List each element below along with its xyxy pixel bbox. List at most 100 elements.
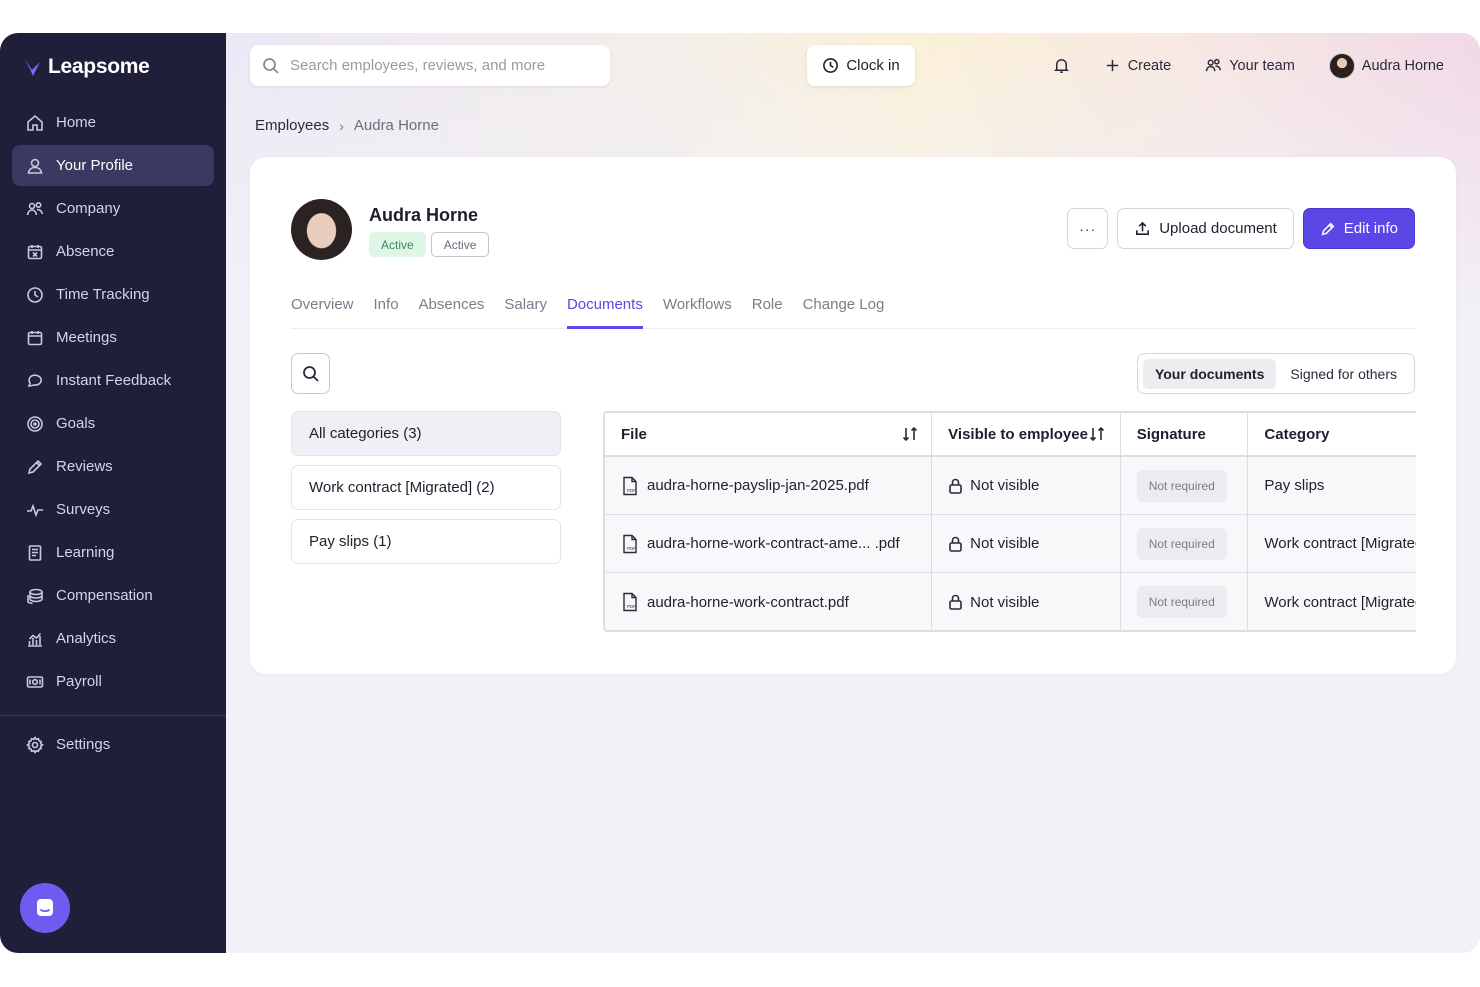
tab-salary[interactable]: Salary [504, 293, 547, 329]
sidebar-item-surveys[interactable]: Surveys [12, 489, 214, 530]
sidebar-item-compensation[interactable]: Compensation [12, 575, 214, 616]
sidebar-item-instant-feedback[interactable]: Instant Feedback [12, 360, 214, 401]
users-icon [1205, 58, 1222, 72]
sidebar-item-label: Company [56, 200, 121, 217]
target-icon [27, 415, 43, 432]
global-search [250, 45, 610, 86]
column-header-visible[interactable]: Visible to employee [932, 413, 1121, 455]
notifications-button[interactable] [1053, 57, 1070, 74]
sidebar-divider [0, 715, 226, 716]
pdf-file-icon: PDF [623, 592, 637, 612]
sidebar-item-payroll[interactable]: Payroll [12, 661, 214, 702]
category-cell: Work contract [Migrated] [1248, 573, 1416, 630]
home-icon [27, 114, 43, 131]
user-menu[interactable]: Audra Horne [1328, 52, 1444, 79]
upload-document-label: Upload document [1159, 220, 1277, 237]
sidebar-settings-section: Settings [12, 724, 214, 767]
pencil-icon [27, 459, 43, 474]
lock-icon [949, 594, 962, 610]
sidebar-item-label: Meetings [56, 329, 117, 346]
top-actions: Create Your team Audra Horne [1053, 45, 1444, 86]
file-cell[interactable]: PDF audra-horne-work-contract.pdf [605, 573, 933, 630]
clock-icon [27, 286, 43, 303]
more-options-button[interactable]: ··· [1067, 208, 1109, 249]
column-header-file[interactable]: File [605, 413, 933, 455]
pdf-file-icon: PDF [623, 534, 637, 553]
sidebar-item-label: Instant Feedback [56, 372, 172, 389]
tab-overview[interactable]: Overview [291, 293, 354, 329]
sidebar-item-analytics[interactable]: Analytics [12, 618, 214, 659]
category-text: Work contract [Migrated] [1264, 535, 1416, 552]
search-input[interactable] [290, 57, 590, 74]
sidebar-nav: Home Your Profile Company Absence Time T… [12, 102, 214, 704]
sort-icon[interactable] [901, 425, 919, 443]
sidebar-item-reviews[interactable]: Reviews [12, 446, 214, 487]
tab-change-log[interactable]: Change Log [803, 293, 885, 329]
profile-tabs: Overview Info Absences Salary Documents … [291, 293, 1415, 329]
documents-search-button[interactable] [291, 353, 330, 394]
your-team-button[interactable]: Your team [1205, 57, 1295, 74]
signature-cell: Not required [1121, 515, 1249, 572]
tab-role[interactable]: Role [752, 293, 783, 329]
category-text: Work contract [Migrated] [1264, 593, 1416, 611]
signed-for-others-toggle[interactable]: Signed for others [1278, 359, 1409, 389]
sort-icon[interactable] [1088, 425, 1106, 443]
edit-info-button[interactable]: Edit info [1302, 208, 1415, 249]
table-row[interactable]: PDF audra-horne-payslip-jan-2025.pdf Not… [605, 457, 1416, 515]
tab-info[interactable]: Info [374, 293, 399, 329]
profile-avatar [291, 199, 352, 260]
sidebar-item-learning[interactable]: Learning [12, 532, 214, 573]
brand-logo[interactable]: Leapsome [22, 55, 150, 79]
tab-workflows[interactable]: Workflows [663, 293, 732, 329]
sidebar-item-company[interactable]: Company [12, 188, 214, 229]
file-cell[interactable]: PDF audra-horne-work-contract-ame... .pd… [605, 515, 933, 572]
your-team-label: Your team [1229, 57, 1295, 74]
app-window: Leapsome Home Your Profile Company Absen… [0, 33, 1480, 953]
sidebar-item-goals[interactable]: Goals [12, 403, 214, 444]
sidebar-item-absence[interactable]: Absence [12, 231, 214, 272]
category-all[interactable]: All categories (3) [291, 411, 561, 456]
tab-documents[interactable]: Documents [566, 293, 643, 329]
table-row[interactable]: PDF audra-horne-work-contract.pdf Not vi… [605, 573, 1416, 630]
breadcrumb: Employees › Audra Horne [255, 117, 439, 134]
column-header-label: Category [1264, 425, 1330, 443]
table-row[interactable]: PDF audra-horne-work-contract-ame... .pd… [605, 515, 1416, 573]
breadcrumb-employees[interactable]: Employees [255, 117, 329, 134]
cash-icon [26, 675, 44, 688]
users-icon [26, 201, 44, 215]
profile-card: Audra Horne Active Active ··· Upload doc… [250, 157, 1456, 674]
svg-text:PDF: PDF [627, 546, 636, 551]
file-cell[interactable]: PDF audra-horne-payslip-jan-2025.pdf [605, 457, 933, 514]
category-cell: Work contract [Migrated] [1248, 515, 1416, 572]
edit-info-label: Edit info [1343, 220, 1398, 237]
tab-absences[interactable]: Absences [419, 293, 485, 329]
sidebar-item-time-tracking[interactable]: Time Tracking [12, 274, 214, 315]
category-pay-slips[interactable]: Pay slips (1) [291, 519, 561, 564]
breadcrumb-current: Audra Horne [353, 117, 439, 134]
file-name: audra-horne-payslip-jan-2025.pdf [647, 477, 869, 494]
signature-badge: Not required [1136, 469, 1227, 502]
sidebar-item-meetings[interactable]: Meetings [12, 317, 214, 358]
column-header-label: Signature [1136, 425, 1206, 443]
clock-in-button[interactable]: Clock in [807, 45, 915, 86]
visibility-text: Not visible [970, 477, 1040, 494]
leapsome-logo-icon [24, 58, 40, 76]
sidebar-item-label: Analytics [56, 630, 117, 647]
sidebar-item-home[interactable]: Home [12, 102, 214, 143]
bell-icon [1053, 59, 1069, 73]
upload-document-button[interactable]: Upload document [1117, 208, 1294, 249]
category-work-contract[interactable]: Work contract [Migrated] (2) [291, 465, 561, 510]
sidebar-item-label: Home [56, 114, 97, 131]
category-cell: Pay slips [1248, 457, 1416, 514]
create-button[interactable]: Create [1104, 57, 1171, 74]
visibility-cell: Not visible [932, 457, 1121, 514]
support-chat-button[interactable] [20, 883, 70, 933]
sidebar-item-your-profile[interactable]: Your Profile [12, 145, 214, 186]
your-documents-toggle[interactable]: Your documents [1142, 358, 1277, 389]
visibility-cell: Not visible [932, 515, 1121, 572]
search-icon [302, 365, 319, 382]
signature-cell: Not required [1121, 457, 1249, 514]
user-icon [27, 158, 43, 174]
brand-name: Leapsome [48, 55, 150, 78]
sidebar-item-settings[interactable]: Settings [12, 724, 214, 765]
